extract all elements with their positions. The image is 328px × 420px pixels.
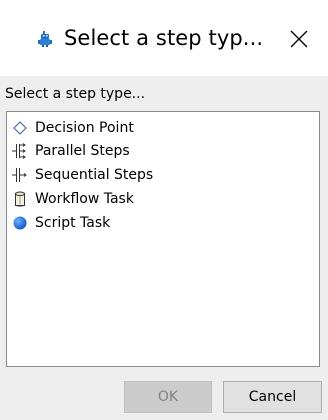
step-type-list[interactable]: Decision Point Parallel Steps Sequential… (6, 111, 320, 367)
close-button[interactable] (282, 22, 316, 56)
robot-icon (38, 31, 52, 47)
ok-button[interactable]: OK (124, 381, 212, 413)
parallel-steps-icon (12, 143, 26, 159)
item-label: Decision Point (35, 120, 134, 136)
window-title: Select a step typ... (64, 26, 264, 50)
title-bar[interactable]: Select a step typ... (0, 0, 328, 76)
cancel-button[interactable]: Cancel (223, 381, 322, 413)
item-label: Workflow Task (35, 191, 134, 207)
sequential-steps-icon (12, 168, 27, 182)
list-item-decision-point[interactable]: Decision Point (12, 117, 312, 139)
item-label: Script Task (35, 215, 111, 231)
close-icon (290, 30, 308, 48)
prompt-label: Select a step type... (5, 86, 146, 102)
list-item-sequential-steps[interactable]: Sequential Steps (12, 164, 312, 186)
list-item-parallel-steps[interactable]: Parallel Steps (12, 140, 312, 162)
list-item-script-task[interactable]: Script Task (12, 212, 312, 234)
cylinder-icon (15, 191, 25, 207)
diamond-icon (13, 121, 27, 135)
item-label: Parallel Steps (35, 143, 130, 159)
item-label: Sequential Steps (35, 167, 154, 183)
list-item-workflow-task[interactable]: Workflow Task (12, 188, 312, 210)
blue-circle-icon (13, 216, 27, 230)
